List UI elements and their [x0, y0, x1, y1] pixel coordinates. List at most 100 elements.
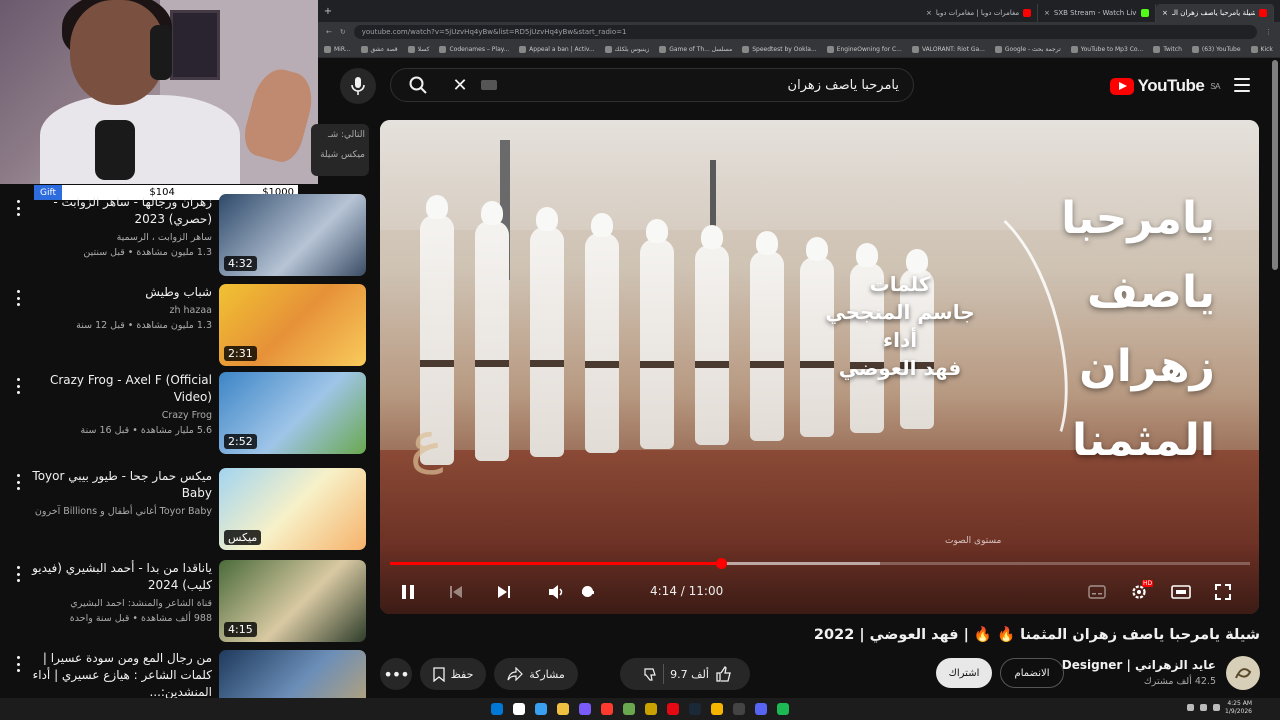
channel-name[interactable]: عايد الزهراني | Designer — [1062, 658, 1216, 672]
bookmark-item[interactable]: كسلا — [407, 46, 429, 53]
search-box[interactable]: ✕ يامرحبا ياصف زهران — [390, 68, 914, 102]
related-channel[interactable]: Toyor Baby أغاني أطفال و Billions آخرون — [10, 506, 212, 517]
video-info: ميكس حمار جحا - طيور بيبي Toyor Baby Toyo… — [10, 468, 212, 517]
bookmark-favicon — [1153, 46, 1161, 53]
subscribe-button[interactable]: اشتراك — [936, 658, 992, 688]
progress-bar[interactable] — [390, 558, 1250, 569]
close-tab-icon[interactable]: × — [1162, 9, 1168, 17]
page-scrollbar[interactable] — [1272, 60, 1278, 270]
next-button[interactable] — [494, 580, 514, 604]
bookmark-item[interactable]: Google - ترجمة بحث — [994, 46, 1061, 53]
related-videos-list: 4:32 زهران ورجالها - ساهر الزوابت - (حصري… — [0, 186, 372, 720]
video-thumbnail[interactable]: 2:52 — [219, 372, 366, 454]
related-title[interactable]: Crazy Frog - Axel F (Official Video) — [10, 372, 212, 406]
close-tab-icon[interactable]: × — [1044, 9, 1050, 17]
taskbar-app-icon[interactable] — [777, 703, 789, 715]
taskbar-app-icon[interactable] — [491, 703, 503, 715]
video-thumbnail[interactable]: 2:31 — [219, 284, 366, 366]
taskbar-app-icon[interactable] — [579, 703, 591, 715]
taskbar-app-icon[interactable] — [733, 703, 745, 715]
bookmark-item[interactable]: MiR... — [324, 46, 351, 53]
microphone-icon — [351, 77, 365, 95]
voice-search-button[interactable] — [340, 68, 376, 104]
extensions-icon[interactable]: ⋮ — [1265, 28, 1272, 36]
volume-knob[interactable] — [582, 586, 593, 597]
video-thumbnail[interactable]: 4:15 — [219, 560, 366, 642]
video-thumbnail[interactable]: ميكس — [219, 468, 366, 550]
more-actions-button[interactable]: ••• — [380, 658, 412, 690]
bookmark-favicon — [519, 46, 527, 53]
search-button[interactable] — [391, 68, 445, 102]
previous-button[interactable] — [446, 580, 466, 604]
bookmark-item[interactable]: زينبوس بلكلك — [604, 46, 649, 53]
browser-tab[interactable]: × شيلة يامرحبا ياصف زهران الـ — [1156, 3, 1274, 22]
related-video-item[interactable]: 2:31 شباب وطيش zh hazaa 1.3 مليون مشاهدة • … — [0, 284, 372, 368]
related-title[interactable]: زهران ورجالها - ساهر الزوابت - (حصري) 20… — [10, 194, 212, 228]
channel-avatar[interactable] — [1226, 656, 1260, 690]
scrubber-knob[interactable] — [716, 558, 728, 569]
bookmark-item[interactable]: Appeal a ban | Activ... — [519, 46, 595, 53]
clear-search-icon[interactable]: ✕ — [445, 75, 475, 96]
taskbar-app-icon[interactable] — [557, 703, 569, 715]
back-icon[interactable]: ← — [326, 28, 332, 36]
fullscreen-button[interactable] — [1212, 580, 1234, 604]
taskbar-app-icon[interactable] — [689, 703, 701, 715]
new-tab-icon[interactable]: + — [318, 6, 338, 17]
bookmark-item[interactable]: قصة عشق — [360, 46, 398, 53]
bookmark-item[interactable]: EngineOwning for C... — [826, 46, 902, 53]
bookmark-item[interactable]: Speedtest by Ookla... — [742, 46, 817, 53]
related-channel[interactable]: قناة الشاعر والمنشد: احمد البشيري — [10, 598, 212, 609]
settings-button[interactable]: HD — [1128, 580, 1154, 604]
credit-line: كلمات — [869, 272, 931, 296]
taskbar-app-icon[interactable] — [667, 703, 679, 715]
bookmark-item[interactable]: YouTube to Mp3 Co... — [1070, 46, 1143, 53]
url-field[interactable]: youtube.com/watch?v=5jUzvHq4yBw&list=RD5… — [353, 25, 1257, 39]
reload-icon[interactable]: ↻ — [340, 28, 346, 36]
like-icon[interactable] — [715, 666, 731, 682]
up-next-card[interactable]: التالي: شـ ميكس شيلة — [311, 124, 369, 176]
related-channel[interactable]: Crazy Frog — [10, 410, 212, 421]
taskbar-app-icon[interactable] — [711, 703, 723, 715]
related-channel[interactable]: zh hazaa — [10, 305, 213, 316]
related-video-item[interactable]: 4:32 زهران ورجالها - ساهر الزوابت - (حصري… — [0, 194, 372, 278]
bookmarks-bar: MiR... قصة عشق كسلا Codenames – Play... Appe… — [318, 42, 1280, 58]
taskbar-app-icon[interactable] — [755, 703, 767, 715]
bookmark-item[interactable]: Codenames – Play... — [439, 46, 509, 53]
taskbar-app-icon[interactable] — [623, 703, 635, 715]
bookmark-item[interactable]: VALORANT: Riot Ga... — [911, 46, 985, 53]
taskbar-app-icon[interactable] — [601, 703, 613, 715]
save-button[interactable]: حفظ — [420, 658, 486, 690]
close-tab-icon[interactable]: × — [926, 9, 932, 17]
youtube-logo[interactable]: YouTube SA — [1109, 76, 1220, 96]
related-video-item[interactable]: ميكس ميكس حمار جحا - طيور بيبي Toyor Baby… — [0, 468, 372, 552]
related-title[interactable]: من رجال المع ومن سودة عسيرا | كلمات الشا… — [10, 650, 212, 701]
theater-mode-button[interactable] — [1170, 580, 1192, 604]
bookmark-item[interactable]: Game of Th... مسلسل — [659, 46, 732, 53]
mute-button[interactable] — [546, 580, 568, 604]
share-button[interactable]: مشاركة — [494, 658, 578, 690]
dancer-figure — [640, 219, 674, 449]
hamburger-menu-icon[interactable] — [1234, 78, 1250, 92]
bookmark-item[interactable]: Twitch — [1153, 46, 1182, 53]
dislike-icon[interactable] — [643, 667, 657, 681]
subtitles-button[interactable] — [1086, 580, 1108, 604]
related-video-item[interactable]: 4:15 ياناقدا من بدا - أحمد البشيري (فيديو… — [0, 560, 372, 644]
join-button[interactable]: الانضمام — [1000, 658, 1064, 688]
browser-tab[interactable]: ×SXB Stream - Watch Live on Kick — [1038, 3, 1156, 22]
related-title[interactable]: شباب وطيش — [10, 284, 212, 301]
related-channel[interactable]: ساهر الزوابت ، الرسمية — [10, 232, 212, 243]
video-player[interactable]: كلمات جاسم المنجحي أداء فهد العوضي يامرحبا ي… — [380, 120, 1259, 614]
keyboard-icon[interactable] — [481, 80, 497, 90]
bookmark-item[interactable]: (63) YouTube — [1191, 46, 1241, 53]
taskbar-app-icon[interactable] — [645, 703, 657, 715]
pause-button[interactable] — [398, 580, 418, 604]
related-title[interactable]: ميكس حمار جحا - طيور بيبي Toyor Baby — [10, 468, 212, 502]
related-video-item[interactable]: 2:52 Crazy Frog - Axel F (Official Video)… — [0, 372, 372, 456]
video-thumbnail[interactable]: 4:32 — [219, 194, 366, 276]
bookmark-item[interactable]: Kick — [1250, 46, 1273, 53]
browser-tab[interactable]: × مغامرات دوبا | مغامرات دوبا — [920, 3, 1038, 22]
taskbar-app-icon[interactable] — [513, 703, 525, 715]
taskbar-app-icon[interactable] — [535, 703, 547, 715]
search-input[interactable]: يامرحبا ياصف زهران — [497, 78, 913, 93]
related-title[interactable]: ياناقدا من بدا - أحمد البشيري (فيديو كلي… — [10, 560, 212, 594]
